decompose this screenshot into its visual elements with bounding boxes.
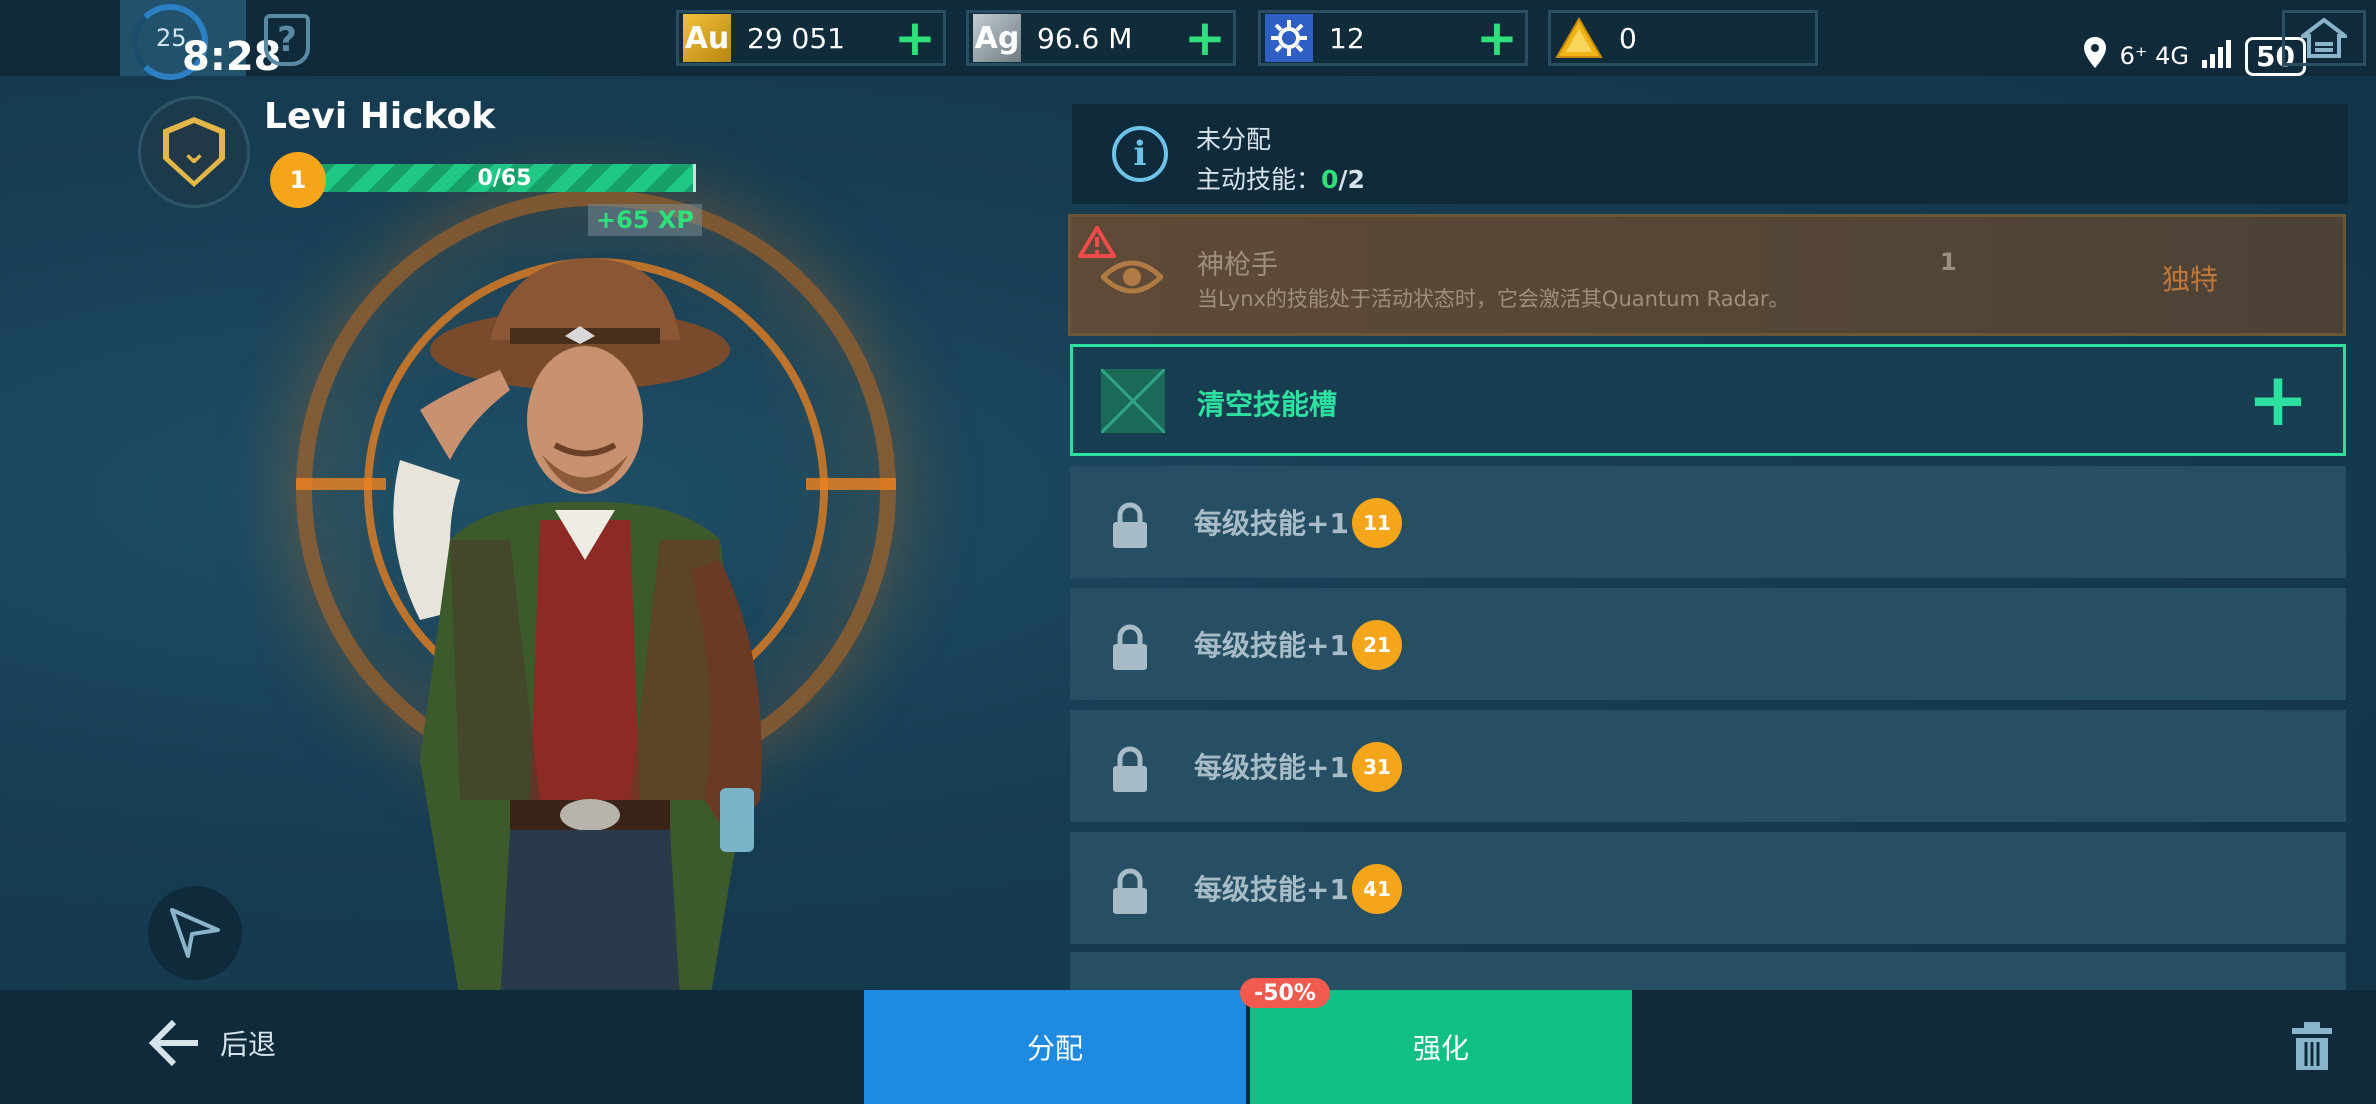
assign-button[interactable]: 分配 bbox=[864, 990, 1246, 1104]
empty-slot-icon bbox=[1101, 369, 1165, 433]
currency-gear-token: 12 + bbox=[1258, 10, 1528, 66]
back-button[interactable]: 后退 bbox=[148, 1018, 276, 1068]
unlock-level-badge: 21 bbox=[1352, 620, 1402, 670]
skill-name: 神枪手 bbox=[1197, 250, 1278, 281]
gear-token-amount: 12 bbox=[1329, 21, 1365, 55]
unlock-level-badge: 31 bbox=[1352, 742, 1402, 792]
hero-portrait bbox=[393, 258, 762, 1000]
lock-icon bbox=[1113, 746, 1147, 792]
discount-badge: -50% bbox=[1240, 978, 1330, 1008]
locked-skill-label: 每级技能+1 bbox=[1194, 751, 1349, 784]
hero-name: Levi Hickok bbox=[264, 96, 496, 137]
unassigned-label: 未分配 bbox=[1196, 125, 1272, 154]
lock-icon bbox=[1113, 502, 1147, 548]
triangle-token-icon bbox=[1555, 14, 1603, 62]
locked-skill-row: 每级技能+1 21 bbox=[1070, 588, 2346, 700]
share-button[interactable] bbox=[148, 886, 242, 980]
home-button[interactable] bbox=[2282, 10, 2366, 66]
game-screen: 25 8:28 ? Au 29 051 + Ag 96.6 M + 12 + 0… bbox=[0, 0, 2376, 1104]
xp-bonus: +65 XP bbox=[588, 204, 702, 236]
empty-skill-slot[interactable]: 清空技能槽 + bbox=[1070, 344, 2346, 456]
currency-silver: Ag 96.6 M + bbox=[966, 10, 1236, 66]
silver-icon: Ag bbox=[973, 14, 1021, 62]
network-indicator: 6⁺ 4G bbox=[2119, 42, 2190, 70]
hero-level: 1 bbox=[270, 152, 326, 208]
unlock-level-badge: 11 bbox=[1352, 498, 1402, 548]
triangle-token-amount: 0 bbox=[1619, 21, 1637, 55]
unlock-level-badge: 41 bbox=[1352, 864, 1402, 914]
back-label: 后退 bbox=[220, 1028, 277, 1061]
help-shield-icon[interactable]: ? bbox=[264, 14, 310, 66]
arrow-left-icon bbox=[148, 1019, 198, 1067]
skill-card-sharpshooter[interactable]: 神枪手 当Lynx的技能处于活动状态时，它会激活其Quantum Radar。 bbox=[1068, 214, 2346, 336]
add-skill-button[interactable]: + bbox=[2247, 363, 2309, 437]
locked-skill-row: 每级技能+1 11 bbox=[1070, 466, 2346, 578]
chevron-icon: ⌄ bbox=[169, 123, 219, 181]
silver-amount: 96.6 M bbox=[1037, 21, 1133, 55]
gear-token-icon bbox=[1265, 14, 1313, 62]
active-skill-count: 主动技能：0/2 bbox=[1196, 165, 1365, 194]
gold-amount: 29 051 bbox=[747, 21, 845, 55]
home-icon bbox=[2301, 18, 2347, 58]
add-gear-token-button[interactable]: + bbox=[1469, 13, 1525, 63]
location-icon bbox=[2082, 36, 2108, 76]
send-icon bbox=[170, 908, 220, 958]
skill-tag: 独特 bbox=[2162, 263, 2219, 296]
locked-skill-label: 每级技能+1 bbox=[1194, 507, 1349, 540]
gold-icon: Au bbox=[683, 14, 731, 62]
skill-count: 1 bbox=[1940, 248, 1957, 276]
signal-icon bbox=[2201, 38, 2233, 74]
locked-skill-label: 每级技能+1 bbox=[1194, 629, 1349, 662]
xp-progress-bar: 0/65 bbox=[316, 164, 696, 192]
device-status: 6⁺ 4G 50 bbox=[2082, 36, 2306, 76]
skill-summary-card: i 未分配 主动技能：0/2 bbox=[1072, 104, 2348, 204]
add-silver-button[interactable]: + bbox=[1177, 13, 1233, 63]
trash-icon[interactable] bbox=[2290, 1020, 2334, 1072]
locked-skill-row: 每级技能+1 31 bbox=[1070, 710, 2346, 822]
hero-rank-emblem: ⌄ bbox=[138, 96, 250, 208]
locked-skill-row: 每级技能+1 41 bbox=[1070, 832, 2346, 944]
lock-icon bbox=[1113, 868, 1147, 914]
empty-slot-label: 清空技能槽 bbox=[1197, 388, 1338, 421]
lock-icon bbox=[1113, 624, 1147, 670]
currency-gold: Au 29 051 + bbox=[676, 10, 946, 66]
eye-icon bbox=[1101, 260, 1163, 294]
skill-description: 当Lynx的技能处于活动状态时，它会激活其Quantum Radar。 bbox=[1197, 287, 1790, 311]
currency-triangle-token: 0 bbox=[1548, 10, 1818, 66]
add-gold-button[interactable]: + bbox=[887, 13, 943, 63]
locked-skill-label: 每级技能+1 bbox=[1194, 873, 1349, 906]
xp-value: 0/65 bbox=[477, 165, 532, 191]
info-icon[interactable]: i bbox=[1112, 126, 1168, 182]
